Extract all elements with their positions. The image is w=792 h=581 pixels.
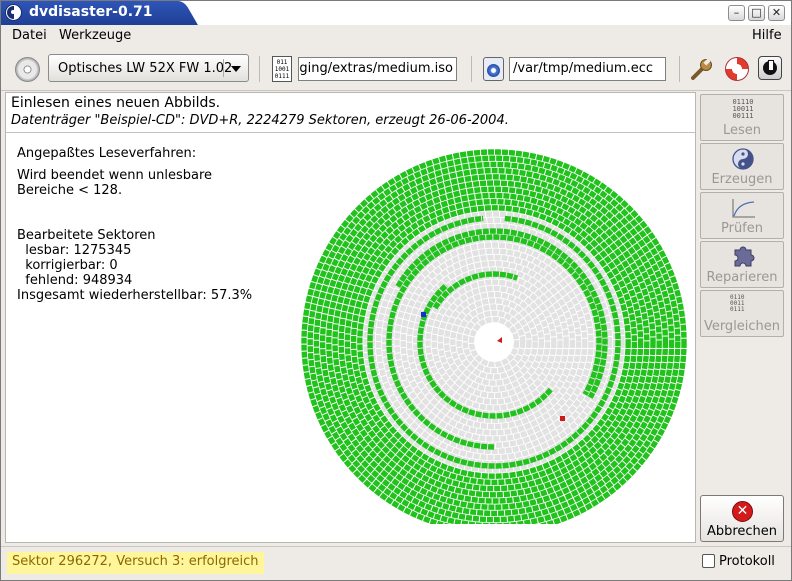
ecc-path-value: /var/tmp/medium.ecc: [513, 61, 654, 76]
status-bar: Sektor 296272, Versuch 3: erfolgreich Pr…: [1, 546, 791, 580]
log-checkbox[interactable]: [702, 554, 715, 568]
toolbar-separator: [679, 56, 680, 82]
action-sidebar: 01110 10011 00111 Lesen Erzeugen Prüfen …: [698, 92, 788, 543]
minimize-button[interactable]: –: [728, 5, 745, 21]
maximize-button[interactable]: □: [748, 5, 765, 21]
disc-sector-map: [301, 149, 687, 524]
menu-tools[interactable]: Werkzeuge: [59, 28, 131, 43]
error-marker: [560, 416, 565, 421]
graph-verify-icon: [732, 199, 755, 218]
status-message: Sektor 296272, Versuch 3: erfolgreich: [7, 552, 264, 574]
menu-help[interactable]: Hilfe: [752, 28, 782, 43]
repair-button-label: Reparieren: [706, 270, 778, 285]
drive-select-divider: [223, 59, 224, 77]
ecc-file-icon[interactable]: [483, 57, 504, 81]
wrench-icon[interactable]: [690, 57, 714, 81]
power-quit-icon[interactable]: [758, 56, 782, 80]
verify-button[interactable]: Prüfen: [700, 192, 784, 239]
readable-count: lesbar: 1275345: [17, 243, 132, 258]
toolbar: Optisches LW 52X FW 1.02 011 1001 0111 a…: [1, 47, 791, 91]
main-panel: Einlesen eines neuen Abbilds. Datenträge…: [5, 92, 696, 543]
image-path-value: aging/extras/medium.iso: [298, 61, 453, 76]
toolbar-separator: [471, 56, 472, 82]
title-bar[interactable]: dvdisaster-0.71 – □ ✕: [1, 1, 791, 25]
header-divider: [6, 132, 695, 134]
log-button-label: Protokoll: [719, 554, 775, 569]
read-position-marker: [421, 312, 426, 317]
yin-yang-create-icon: [732, 148, 754, 170]
log-button[interactable]: Protokoll: [702, 554, 775, 569]
dvdisaster-logo-icon[interactable]: [5, 4, 22, 21]
stop-condition-line1: Wird beendet wenn unlesbare: [17, 168, 213, 183]
action-heading: Einlesen eines neuen Abbilds.: [11, 95, 221, 111]
cancel-icon: ✕: [732, 501, 753, 522]
create-button-label: Erzeugen: [711, 172, 773, 187]
repair-button[interactable]: Reparieren: [700, 241, 784, 288]
menu-bar: Datei Werkzeuge Hilfe: [1, 25, 791, 47]
missing-count: fehlend: 948934: [17, 273, 133, 288]
read-button-label: Lesen: [722, 123, 762, 138]
correctable-count: korrigierbar: 0: [17, 258, 118, 273]
chevron-down-icon: [231, 66, 241, 72]
cd-drive-icon: [15, 57, 40, 82]
disc-ring: [357, 205, 631, 479]
abort-button-label: Abbrechen: [706, 524, 778, 539]
app-window: dvdisaster-0.71 – □ ✕ Datei Werkzeuge Hi…: [0, 0, 792, 581]
compare-button-label: Vergleichen: [703, 319, 781, 334]
current-sector-marker: [497, 337, 502, 343]
recoverable-percent: Insgesamt wiederherstellbar: 57.3%: [17, 288, 253, 303]
menu-file[interactable]: Datei: [12, 28, 47, 43]
binary-read-icon: 01110 10011 00111: [732, 98, 754, 120]
disc-ring: [468, 316, 520, 368]
image-file-icon[interactable]: 011 1001 0111: [272, 56, 292, 82]
abort-button[interactable]: ✕ Abbrechen: [700, 495, 784, 542]
compare-button[interactable]: 0110 0011 0111 Vergleichen: [700, 290, 784, 337]
ecc-path-input[interactable]: /var/tmp/medium.ecc: [509, 57, 666, 81]
puzzle-repair-icon: [734, 246, 755, 267]
drive-select[interactable]: Optisches LW 52X FW 1.02: [48, 54, 249, 82]
stop-condition-line2: Bereiche < 128.: [17, 183, 123, 198]
compare-icon: 0110 0011 0111: [730, 294, 745, 313]
lifebuoy-help-icon[interactable]: [725, 57, 749, 81]
drive-select-value: Optisches LW 52X FW 1.02: [58, 61, 233, 76]
verify-button-label: Prüfen: [720, 221, 763, 236]
medium-info: Datenträger "Beispiel-CD": DVD+R, 222427…: [11, 113, 509, 128]
window-title: dvdisaster-0.71: [29, 4, 153, 20]
create-button[interactable]: Erzeugen: [700, 143, 784, 190]
processed-sectors-label: Bearbeitete Sektoren: [17, 228, 156, 243]
read-method-label: Angepaßtes Leseverfahren:: [17, 146, 197, 161]
read-button[interactable]: 01110 10011 00111 Lesen: [700, 94, 784, 141]
image-path-input[interactable]: aging/extras/medium.iso: [298, 57, 457, 81]
toolbar-separator: [259, 56, 260, 82]
close-button[interactable]: ✕: [768, 5, 785, 21]
